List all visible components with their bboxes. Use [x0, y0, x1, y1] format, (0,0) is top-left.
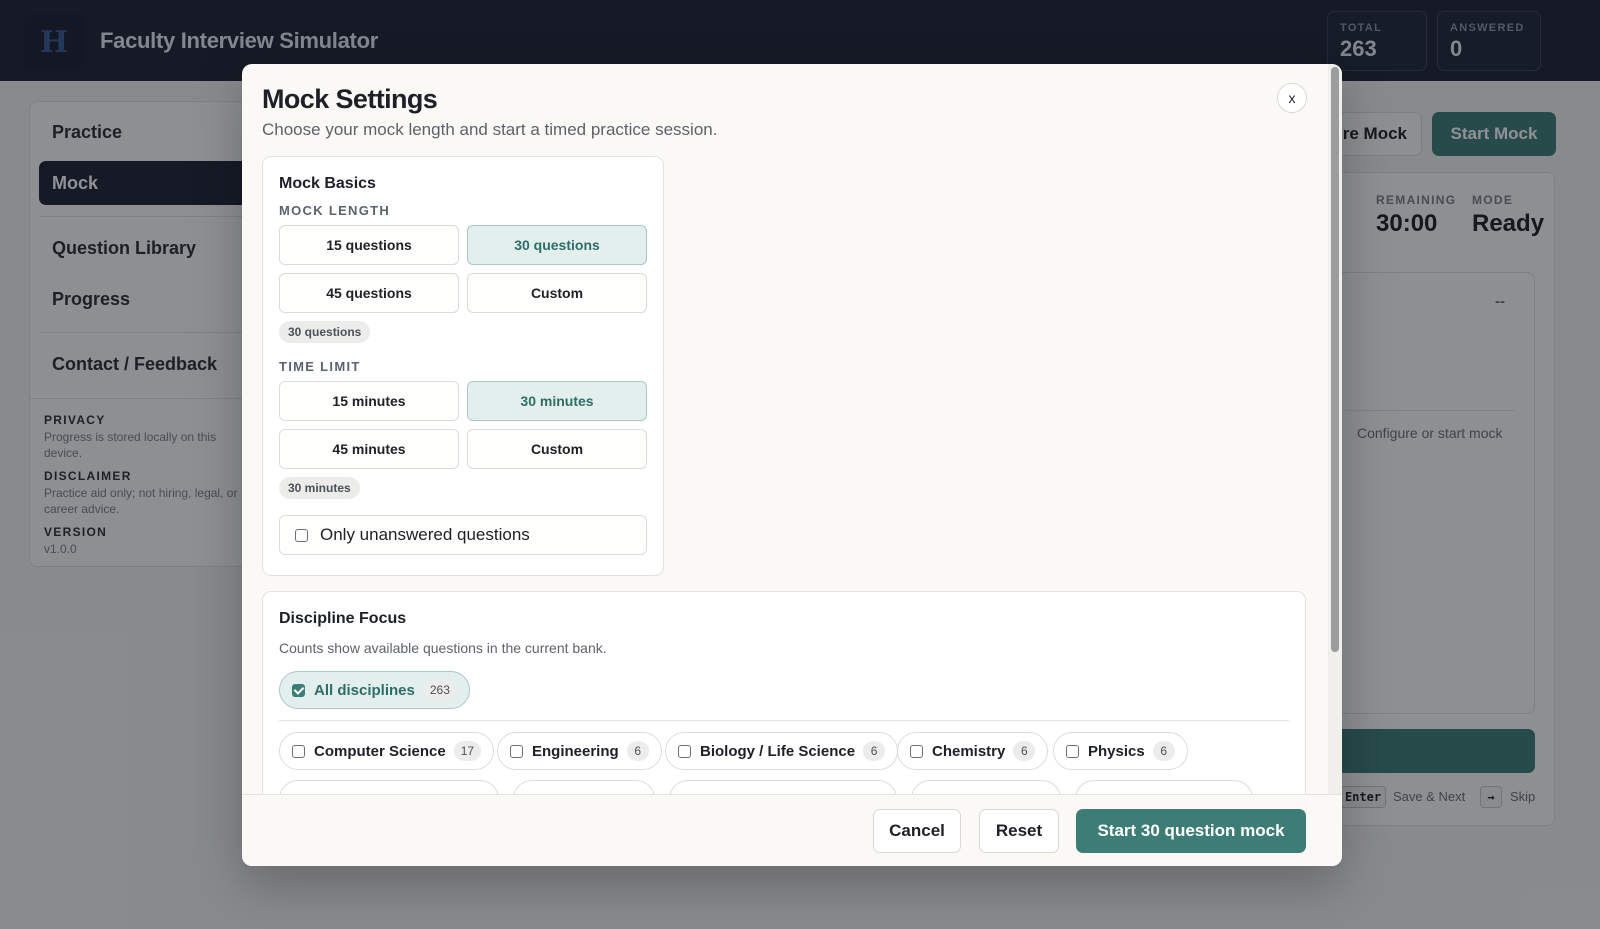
length-summary-badge: 30 questions	[279, 321, 371, 343]
discipline-biology-life-science[interactable]: Biology / Life Science 6	[665, 732, 899, 770]
discipline-checkbox[interactable]	[510, 744, 523, 758]
time-summary-badge: 30 minutes	[279, 477, 360, 499]
discipline-pill-clipped[interactable]	[513, 780, 655, 794]
dialog-title: Mock Settings	[262, 84, 438, 114]
close-button[interactable]: x	[1277, 83, 1307, 113]
length-option-45[interactable]: 45 questions	[279, 273, 459, 313]
discipline-checkbox[interactable]	[678, 744, 691, 758]
discipline-all-count: 263	[422, 680, 457, 700]
discipline-divider	[279, 720, 1289, 721]
discipline-heading: Discipline Focus	[279, 610, 407, 627]
only-unanswered-checkbox[interactable]	[295, 528, 308, 542]
discipline-count: 17	[453, 741, 482, 761]
dialog-body: Mock Settings Choose your mock length an…	[242, 64, 1326, 794]
discipline-pill-clipped[interactable]	[911, 780, 1061, 794]
discipline-physics[interactable]: Physics 6	[1053, 732, 1188, 770]
mock-basics-panel: Mock Basics MOCK LENGTH 15 questions 30 …	[262, 156, 664, 576]
discipline-label: Biology / Life Science	[700, 742, 856, 760]
time-option-30[interactable]: 30 minutes	[467, 381, 647, 421]
only-unanswered-toggle[interactable]: Only unanswered questions	[279, 515, 647, 555]
discipline-pill-clipped[interactable]	[279, 780, 499, 794]
discipline-computer-science[interactable]: Computer Science 17	[279, 732, 495, 770]
discipline-engineering[interactable]: Engineering 6	[497, 732, 662, 770]
discipline-label: Physics	[1088, 742, 1145, 760]
discipline-checkbox[interactable]	[292, 744, 305, 758]
discipline-checkbox[interactable]	[1066, 744, 1079, 758]
discipline-label: Computer Science	[314, 742, 446, 760]
only-unanswered-label: Only unanswered questions	[320, 525, 530, 544]
dialog-footer: Cancel Reset Start 30 question mock	[242, 794, 1342, 866]
time-option-15[interactable]: 15 minutes	[279, 381, 459, 421]
discipline-label: Chemistry	[932, 742, 1006, 760]
discipline-label: Engineering	[532, 742, 619, 760]
time-limit-label: TIME LIMIT	[279, 359, 361, 374]
mock-basics-heading: Mock Basics	[279, 175, 376, 192]
discipline-count: 6	[1152, 741, 1175, 761]
cancel-button[interactable]: Cancel	[873, 809, 961, 853]
time-option-custom[interactable]: Custom	[467, 429, 647, 469]
dialog-subtitle: Choose your mock length and start a time…	[262, 120, 718, 139]
discipline-all-checkbox[interactable]	[292, 683, 305, 697]
dialog-scrollbar[interactable]	[1328, 64, 1342, 794]
length-option-custom[interactable]: Custom	[467, 273, 647, 313]
discipline-pill-clipped[interactable]	[1075, 780, 1253, 794]
reset-button[interactable]: Reset	[979, 809, 1059, 853]
discipline-count: 6	[1013, 741, 1036, 761]
length-option-30[interactable]: 30 questions	[467, 225, 647, 265]
discipline-all-label: All disciplines	[314, 681, 415, 699]
discipline-pill-clipped[interactable]	[669, 780, 897, 794]
mock-settings-dialog: Mock Settings Choose your mock length an…	[242, 64, 1342, 866]
discipline-chemistry[interactable]: Chemistry 6	[897, 732, 1049, 770]
discipline-count: 6	[863, 741, 886, 761]
start-mock-submit-button[interactable]: Start 30 question mock	[1076, 809, 1306, 853]
length-option-15[interactable]: 15 questions	[279, 225, 459, 265]
discipline-subtitle: Counts show available questions in the c…	[279, 640, 607, 656]
time-option-45[interactable]: 45 minutes	[279, 429, 459, 469]
discipline-all[interactable]: All disciplines 263	[279, 671, 470, 709]
discipline-focus-panel: Discipline Focus Counts show available q…	[262, 591, 1306, 794]
mock-length-label: MOCK LENGTH	[279, 203, 391, 218]
scrollbar-thumb[interactable]	[1331, 67, 1339, 652]
discipline-checkbox[interactable]	[910, 744, 923, 758]
discipline-count: 6	[626, 741, 649, 761]
